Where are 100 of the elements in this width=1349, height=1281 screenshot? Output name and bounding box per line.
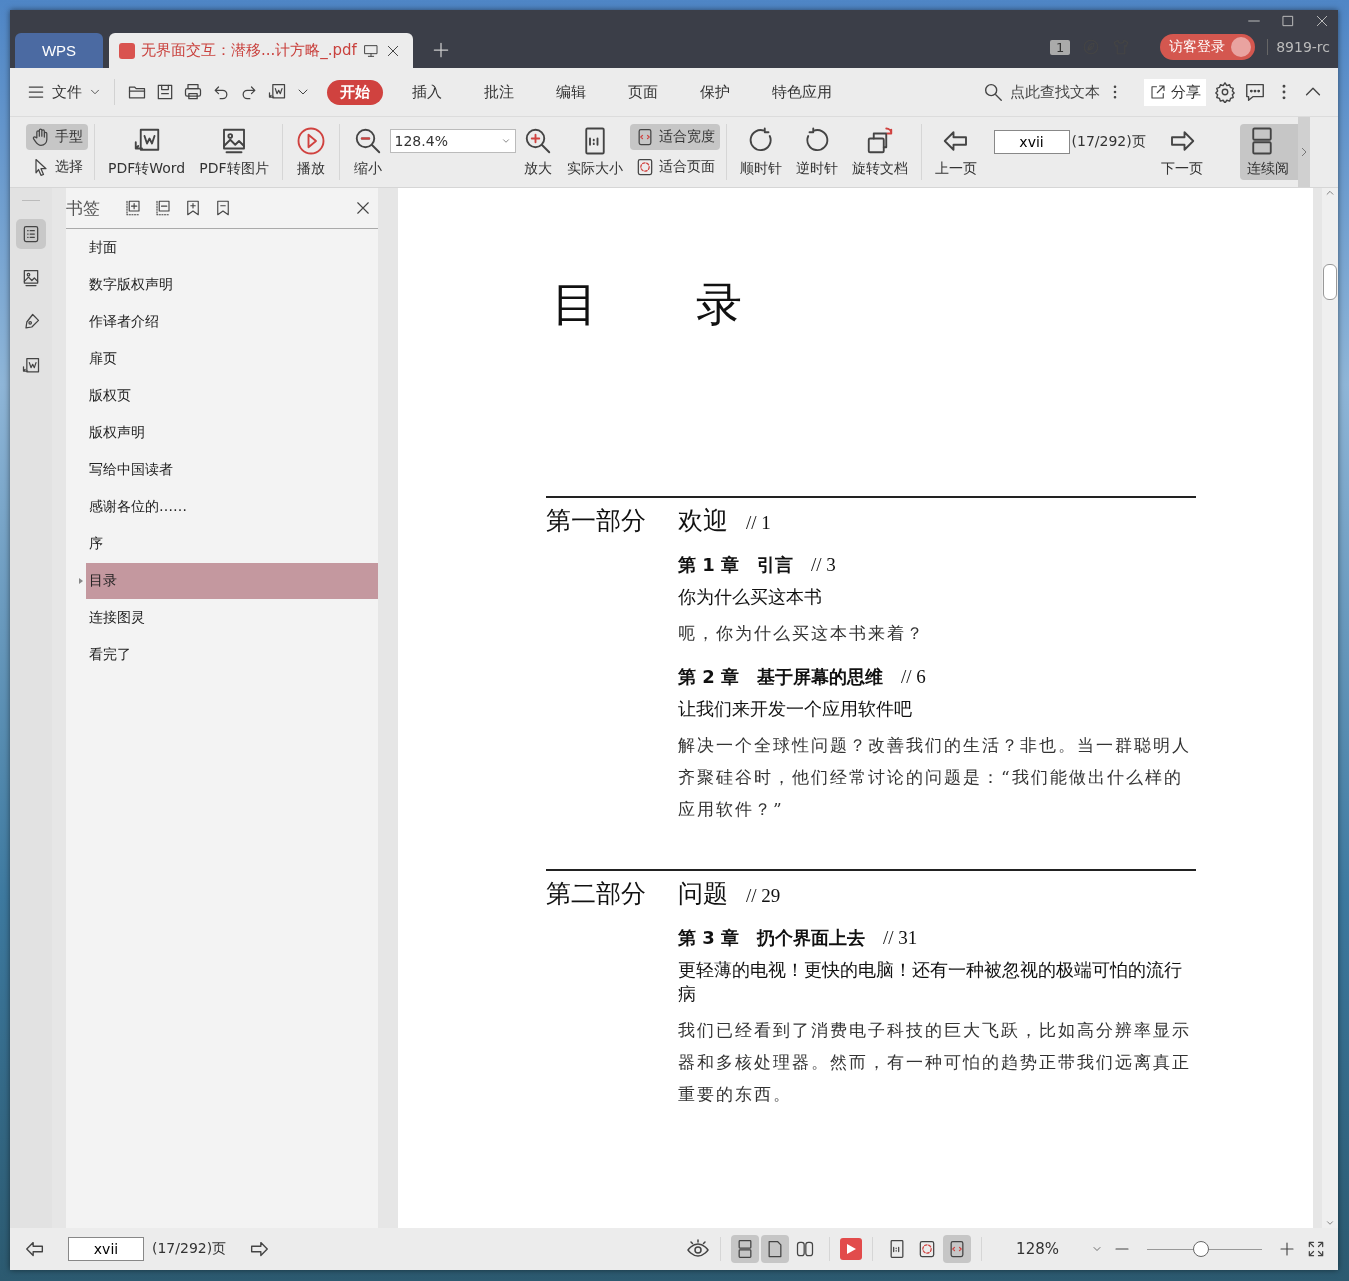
next-page-button[interactable]: 下一页	[1153, 124, 1210, 180]
panel-title: 书签	[66, 196, 100, 220]
ribbon-tab[interactable]: 插入	[399, 79, 455, 105]
pdf-to-image-button[interactable]: PDF转图片	[192, 124, 276, 180]
ribbon-tab[interactable]: 编辑	[543, 79, 599, 105]
bookmark-item[interactable]: 序	[86, 526, 378, 562]
ribbon-tab[interactable]: 批注	[471, 79, 527, 105]
zoom-out-button[interactable]: 缩小	[345, 124, 390, 180]
scroll-thumb[interactable]	[1323, 264, 1337, 300]
scrollbar[interactable]	[1322, 188, 1338, 1228]
zoom-field[interactable]: 128.4%	[389, 129, 516, 153]
rotate-document-button[interactable]: 旋转文档	[844, 124, 915, 180]
search-field[interactable]: 点此查找文本	[1010, 82, 1100, 102]
rotate-clockwise-button[interactable]: 顺时针	[732, 124, 789, 180]
bookmark-item[interactable]: 版权页	[86, 378, 378, 414]
fit-page-button[interactable]: 适合页面	[629, 154, 720, 180]
avatar-icon	[1231, 37, 1252, 57]
bookmark-item[interactable]: 连接图灵	[86, 600, 378, 636]
view-mode-button[interactable]	[761, 1235, 790, 1263]
part-number: 第二部分	[546, 878, 647, 910]
home-tab[interactable]: WPS	[15, 33, 103, 68]
bookmark-item[interactable]: 数字版权声明	[86, 267, 378, 303]
zoom-in-icon[interactable]	[1278, 1240, 1296, 1258]
page-count: (17/292)页	[152, 1240, 227, 1258]
chapter-summary: 呃，你为什么买这本书来着？	[678, 622, 926, 645]
share-icon	[1149, 83, 1167, 101]
view-mode-button[interactable]	[731, 1235, 760, 1263]
chevron-right-icon	[1300, 147, 1307, 157]
close-icon[interactable]	[1314, 13, 1330, 29]
previous-page-button[interactable]: 上一页	[927, 124, 984, 180]
part-number: 第一部分	[546, 505, 647, 537]
play-button[interactable]: 播放	[288, 124, 333, 180]
fullscreen-icon[interactable]	[1306, 1239, 1326, 1259]
panel-tab[interactable]	[16, 219, 46, 249]
actual-size-button[interactable]: 实际大小	[559, 124, 630, 180]
monitor-icon[interactable]	[362, 42, 379, 59]
fit-mode-button[interactable]	[943, 1235, 972, 1263]
caret-icon	[500, 136, 511, 146]
chat-icon[interactable]	[1244, 81, 1266, 103]
page-count: (17/292)页	[1071, 133, 1146, 151]
save-icon[interactable]	[155, 82, 175, 102]
bookmark-item[interactable]: 版权声明	[86, 415, 378, 451]
page-number-field[interactable]: xvii	[68, 1237, 144, 1261]
tab-title: 无界面交互：潜移...计方略_.pdf	[141, 41, 357, 60]
search-icon[interactable]	[982, 81, 1004, 103]
list-icon	[21, 224, 41, 244]
bookmark-item[interactable]: 扉页	[86, 341, 378, 377]
hand-tool-button[interactable]: 手型	[26, 124, 88, 150]
chapter-title: 引言	[757, 553, 794, 577]
page-title: 目 录	[552, 276, 745, 333]
ribbon-tab[interactable]: 开始	[327, 79, 383, 105]
login-button[interactable]: 访客登录	[1160, 34, 1256, 60]
add-sub-bookmark-icon[interactable]	[124, 199, 142, 217]
chapter-subtitle: 让我们来开发一个应用软件吧	[678, 697, 913, 721]
chapter-subtitle: 你为什么买这本书	[678, 585, 823, 609]
bookmark-item[interactable]: 感谢各位的……	[86, 489, 378, 525]
page-reference: // 3	[811, 554, 836, 576]
ribbon-tab[interactable]: 页面	[615, 79, 671, 105]
add-bookmark-icon[interactable]	[184, 199, 202, 217]
ribbon-tab[interactable]: 保护	[687, 79, 743, 105]
page-reference: // 1	[746, 512, 771, 534]
bookmark-item[interactable]: 作译者介绍	[86, 304, 378, 340]
play-icon	[295, 126, 326, 156]
ribbon-tab[interactable]: 特色应用	[759, 79, 845, 105]
fit-width-button[interactable]: 适合宽度	[629, 124, 720, 150]
part-title: 欢迎	[678, 505, 728, 537]
remove-bookmark-icon[interactable]	[214, 199, 232, 217]
chapter-subtitle: 更轻薄的电视！更快的电脑！还有一种被忽视的极端可怕的流行病	[678, 958, 1183, 1006]
pdf-to-word-button[interactable]: PDF转Word	[101, 124, 193, 180]
rotate-counterclockwise-button[interactable]: 逆时针	[788, 124, 845, 180]
slider-thumb[interactable]	[1193, 1241, 1210, 1257]
print-icon[interactable]	[183, 82, 203, 102]
part-title: 问题	[678, 878, 728, 910]
chapter-number: 第 1 章	[678, 553, 740, 577]
chapter-number: 第 3 章	[678, 926, 740, 950]
bookmark-item[interactable]: 看完了	[86, 637, 378, 673]
file-menu[interactable]: 文件	[26, 82, 102, 102]
remove-sub-bookmark-icon[interactable]	[154, 199, 172, 217]
window-count-badge[interactable]: 1	[1049, 39, 1071, 55]
chapter-title: 基于屏幕的思维	[757, 665, 884, 689]
page-reference: // 31	[883, 927, 918, 949]
page-number-field[interactable]: xvii	[993, 130, 1070, 154]
chapter-number: 第 2 章	[678, 665, 740, 689]
bookmark-item[interactable]: 写给中国读者	[86, 452, 378, 488]
settings-icon[interactable]	[1214, 81, 1236, 103]
select-tool-button[interactable]: 选择	[26, 154, 88, 180]
bookmark-item[interactable]: 目录	[86, 563, 378, 599]
page-reference: // 6	[901, 666, 926, 688]
maximize-icon[interactable]	[1280, 13, 1296, 29]
share-button[interactable]: 分享	[1144, 78, 1206, 106]
document-tab[interactable]: 无界面交互：潜移...计方略_.pdf	[109, 33, 413, 68]
two-pages-icon	[795, 1239, 816, 1259]
continuous-reading-button[interactable]: 连续阅	[1239, 124, 1298, 180]
bookmark-item[interactable]: 封面	[86, 230, 378, 266]
play-button[interactable]	[840, 1238, 863, 1260]
chapter-summary: 我们已经看到了消费电子科技的巨大飞跃，比如高分辨率显示器和多核处理器。然而，有一种可怕的趋势正带我们远离真正重要的东西。	[678, 1019, 1192, 1106]
zoom-in-button[interactable]: 放大	[515, 124, 560, 180]
chapter-title: 扔个界面上去	[757, 926, 866, 950]
close-icon[interactable]	[354, 199, 372, 217]
chapter-summary: 解决一个全球性问题？改善我们的生活？非也。当一群聪明人齐聚硅谷时，他们经常讨论的问题是：“我们能做出什么样的应用软件？”	[678, 734, 1192, 821]
